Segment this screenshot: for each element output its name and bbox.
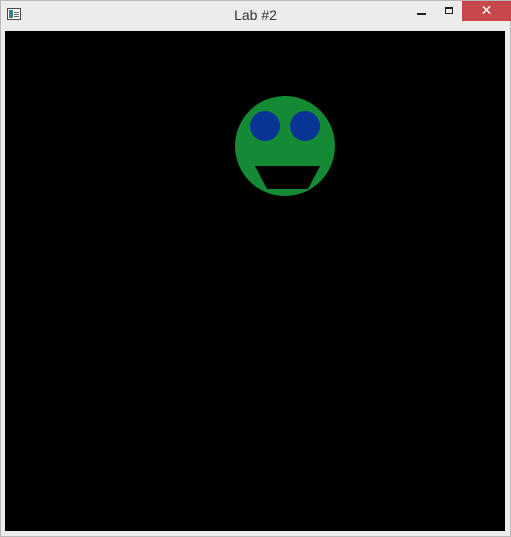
right-eye [290,111,320,141]
title-bar[interactable]: Lab #2 ✕ [1,1,511,30]
close-button[interactable]: ✕ [462,1,511,21]
minimize-button[interactable] [408,1,435,21]
left-eye [250,111,280,141]
maximize-button[interactable] [435,1,462,21]
close-icon: ✕ [480,2,493,19]
app-icon[interactable] [7,8,21,20]
drawing-surface [235,96,335,196]
maximize-icon [444,6,453,14]
drawing-canvas[interactable] [5,31,505,531]
app-window: Lab #2 ✕ [0,0,511,537]
minimize-icon [417,13,426,15]
